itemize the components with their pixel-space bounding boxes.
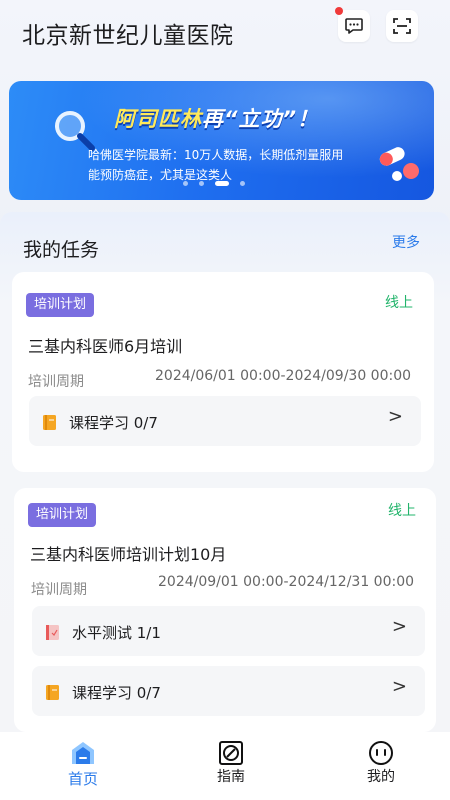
carousel-dot-active[interactable]	[215, 181, 229, 186]
chevron-right-icon: >	[391, 616, 407, 637]
book-icon	[43, 415, 56, 430]
plan-tag: 培训计划	[26, 293, 95, 317]
test-icon	[46, 625, 59, 640]
period-value: 2024/06/01 00:00-2024/09/30 00:00	[155, 368, 412, 384]
banner-headline-b: 再“立功”！	[202, 107, 320, 131]
chevron-right-icon: >	[391, 676, 407, 697]
banner-subtitle: 哈佛医学院最新：10万人数据，长期低剂量服用 能预防癌症，尤其是这类人	[88, 145, 388, 185]
period-label: 培训周期	[28, 374, 84, 390]
period-value: 2024/09/01 00:00-2024/12/31 00:00	[158, 574, 415, 590]
header: 北京新世纪儿童医院	[0, 0, 450, 70]
pills-icon	[379, 147, 419, 181]
task-card[interactable]: 培训计划 线上 三基内科医师培训计划10月 培训周期 2024/09/01 00…	[14, 488, 436, 732]
scan-icon	[393, 18, 411, 34]
plan-title: 三基内科医师6月培训	[28, 337, 183, 356]
home-icon	[72, 742, 94, 764]
plan-title: 三基内科医师培训计划10月	[30, 545, 227, 564]
bottom-tab-bar: 首页 指南 我的	[0, 732, 450, 800]
section-title: 我的任务	[23, 239, 100, 261]
item-label: 课程学习 0/7	[69, 414, 158, 432]
notification-dot	[335, 7, 343, 15]
tab-label: 首页	[67, 770, 98, 788]
item-label: 课程学习 0/7	[72, 684, 161, 702]
book-icon	[46, 685, 59, 700]
message-button[interactable]	[335, 7, 370, 42]
mode-label: 线上	[385, 295, 413, 311]
tab-home[interactable]: 首页	[38, 732, 128, 800]
tab-label: 指南	[217, 769, 245, 785]
level-test-item[interactable]: 水平测试 1/1 >	[32, 606, 425, 656]
course-study-item[interactable]: 课程学习 0/7 >	[29, 396, 421, 446]
tab-label: 我的	[367, 769, 395, 785]
carousel-dot[interactable]	[199, 181, 204, 186]
profile-icon	[369, 741, 393, 765]
banner-headline: 阿司匹林再“立功”！	[114, 103, 319, 133]
banner-headline-a: 阿司匹林	[114, 107, 202, 131]
tab-profile[interactable]: 我的	[336, 732, 426, 800]
mode-label: 线上	[388, 503, 416, 519]
app-title: 北京新世纪儿童医院	[22, 23, 234, 49]
task-card[interactable]: 培训计划 线上 三基内科医师6月培训 培训周期 2024/06/01 00:00…	[12, 272, 434, 472]
plan-tag: 培训计划	[28, 503, 97, 527]
carousel-dot[interactable]	[240, 181, 245, 186]
course-study-item[interactable]: 课程学习 0/7 >	[32, 666, 425, 716]
carousel-dot[interactable]	[183, 181, 188, 186]
tab-guide[interactable]: 指南	[186, 732, 276, 800]
item-label: 水平测试 1/1	[72, 624, 161, 642]
scan-button[interactable]	[386, 10, 418, 42]
chat-bubble-icon	[345, 18, 363, 34]
guide-icon	[219, 741, 243, 765]
carousel-indicator	[183, 181, 245, 186]
chevron-right-icon: >	[387, 406, 403, 427]
banner-subtitle-line1: 哈佛医学院最新：10万人数据，长期低剂量服用	[88, 148, 344, 162]
period-label: 培训周期	[31, 582, 87, 598]
more-link[interactable]: 更多	[392, 232, 420, 252]
